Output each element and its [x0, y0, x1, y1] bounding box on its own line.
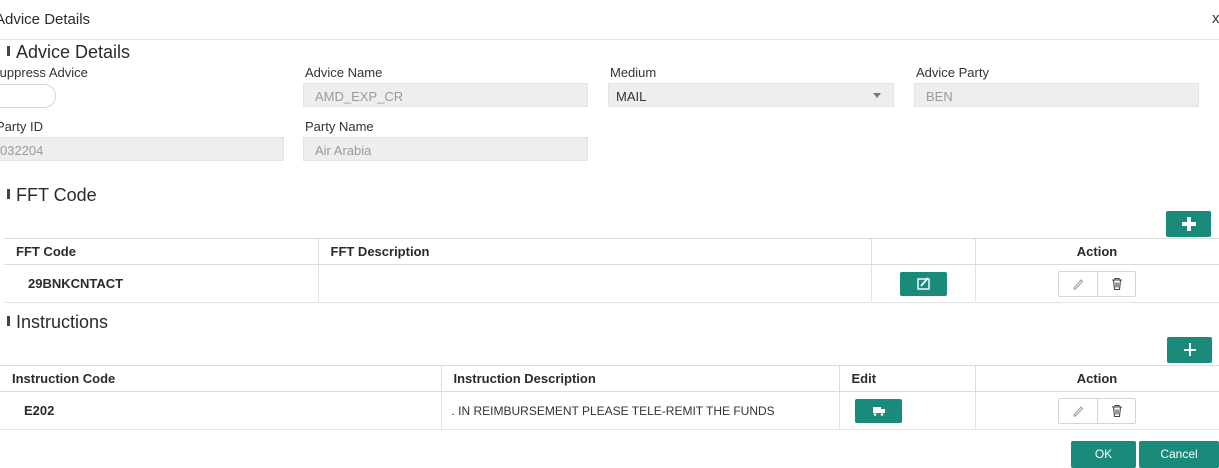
- suppress-advice-label: Suppress Advice: [0, 65, 88, 80]
- advice-party-field[interactable]: BEN: [914, 83, 1199, 107]
- fft-code-cell: 29BNKCNTACT: [4, 264, 319, 303]
- party-id-label: Party ID: [0, 119, 43, 134]
- column-header-blank: [871, 238, 976, 265]
- section-marker-icon: [7, 189, 10, 199]
- section-marker-icon: [7, 46, 10, 56]
- advice-details-heading: Advice Details: [7, 42, 130, 63]
- column-header-instruction-code: Instruction Code: [0, 365, 442, 392]
- column-header-instruction-description: Instruction Description: [441, 365, 840, 392]
- add-instruction-button[interactable]: [1167, 337, 1212, 363]
- row-action-group: [1058, 270, 1136, 297]
- advice-details-title: Advice Details: [16, 42, 131, 62]
- add-fft-code-button[interactable]: [1166, 211, 1211, 237]
- table-row: 29BNKCNTACT: [4, 264, 1219, 303]
- instruction-description-cell: . IN REIMBURSEMENT PLEASE TELE-REMIT THE…: [441, 391, 840, 430]
- close-icon[interactable]: x: [1212, 10, 1219, 27]
- fft-code-table: FFT Code FFT Description Action 29BNKCNT…: [4, 238, 1219, 303]
- trash-icon[interactable]: [1097, 271, 1135, 296]
- medium-selected-value: MAIL: [616, 89, 647, 104]
- medium-select[interactable]: MAIL: [608, 83, 894, 107]
- fft-edit-button[interactable]: [899, 271, 947, 296]
- instructions-table: Instruction Code Instruction Description…: [0, 365, 1219, 430]
- column-header-fft-code: FFT Code: [4, 238, 319, 265]
- instructions-title: Instructions: [16, 312, 109, 332]
- dialog-title: Advice Details: [0, 11, 91, 28]
- chevron-down-icon: [873, 93, 881, 98]
- instruction-action-cell: [975, 391, 1219, 430]
- party-id-field[interactable]: 032204: [0, 137, 284, 161]
- instruction-edit-cell: [839, 391, 976, 430]
- instructions-heading: Instructions: [7, 312, 108, 333]
- cancel-button[interactable]: Cancel: [1139, 441, 1219, 468]
- trash-icon[interactable]: [1097, 398, 1135, 423]
- table-header-row: FFT Code FFT Description Action: [4, 238, 1219, 265]
- edit-text-icon: [872, 406, 885, 416]
- fft-description-cell: [318, 264, 872, 303]
- column-header-edit: Edit: [839, 365, 976, 392]
- advice-name-field[interactable]: AMD_EXP_CR: [303, 83, 588, 107]
- fft-code-title: FFT Code: [16, 185, 97, 205]
- medium-label: Medium: [610, 65, 657, 80]
- column-header-action: Action: [975, 238, 1219, 265]
- column-header-fft-description: FFT Description: [318, 238, 872, 265]
- instruction-code-cell: E202: [0, 391, 442, 430]
- section-marker-icon: [7, 316, 10, 326]
- table-row: E202 . IN REIMBURSEMENT PLEASE TELE-REMI…: [0, 391, 1219, 430]
- instruction-edit-button[interactable]: [854, 398, 902, 423]
- edit-icon: [916, 276, 930, 290]
- table-header-row: Instruction Code Instruction Description…: [0, 365, 1219, 392]
- pencil-icon[interactable]: [1059, 272, 1097, 296]
- advice-name-label: Advice Name: [305, 65, 383, 80]
- fft-edit-cell: [871, 264, 976, 303]
- suppress-advice-toggle[interactable]: [0, 84, 56, 108]
- dialog-header: Advice Details x: [0, 0, 1219, 40]
- party-name-label: Party Name: [305, 119, 374, 134]
- column-header-action: Action: [975, 365, 1219, 392]
- ok-button[interactable]: OK: [1071, 441, 1136, 468]
- pencil-icon[interactable]: [1059, 399, 1097, 423]
- advice-party-label: Advice Party: [916, 65, 989, 80]
- fft-code-heading: FFT Code: [7, 185, 97, 206]
- party-name-field[interactable]: Air Arabia: [303, 137, 588, 161]
- row-action-group: [1058, 397, 1136, 424]
- fft-action-cell: [975, 264, 1219, 303]
